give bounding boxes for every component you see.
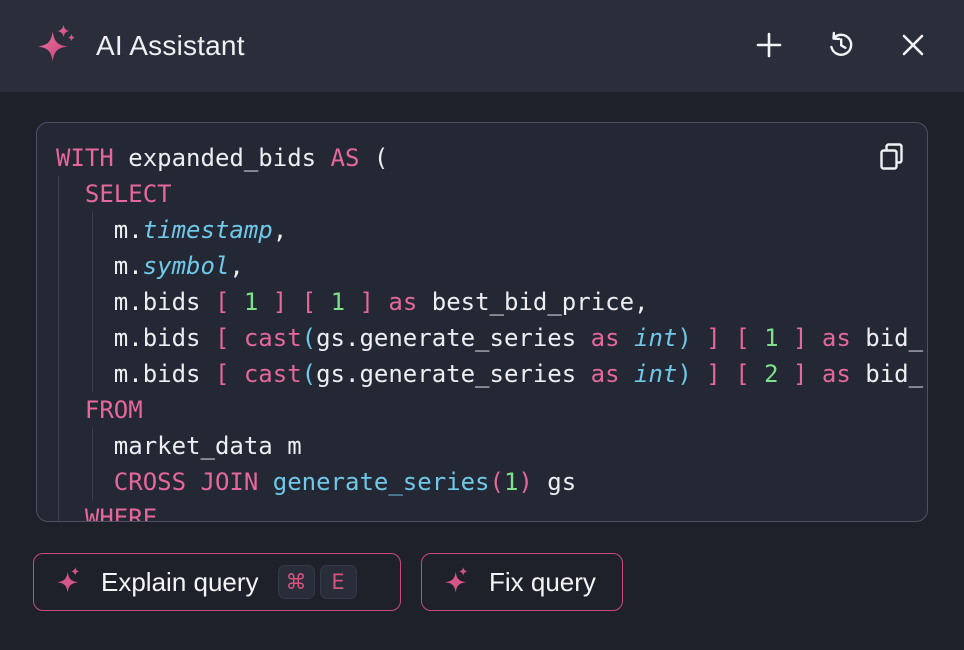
- code-line: WHERE: [56, 500, 926, 521]
- copy-code-button[interactable]: [874, 140, 910, 176]
- code-line: m.symbol,: [56, 248, 926, 284]
- assistant-actions: Explain query ⌘ E Fix query: [33, 553, 623, 611]
- sparkle-icon: [444, 566, 472, 598]
- code-lines: WITH expanded_bids AS ( SELECT m.timesta…: [56, 140, 926, 521]
- sql-code-block[interactable]: WITH expanded_bids AS ( SELECT m.timesta…: [36, 122, 928, 522]
- sparkle-icon: [56, 566, 84, 598]
- code-line: m.bids [ cast(gs.generate_series as int)…: [56, 356, 926, 392]
- close-button[interactable]: [898, 31, 928, 61]
- plus-icon: [754, 30, 784, 63]
- code-line: m.bids [ cast(gs.generate_series as int)…: [56, 320, 926, 356]
- code-line: market_data m: [56, 428, 926, 464]
- explain-query-label: Explain query: [101, 567, 259, 598]
- code-line: WITH expanded_bids AS (: [56, 140, 926, 176]
- code-line: FROM: [56, 392, 926, 428]
- header-actions: [754, 31, 928, 61]
- e-keycap: E: [320, 565, 357, 599]
- header-title-group: AI Assistant: [36, 23, 245, 70]
- close-icon: [899, 31, 927, 62]
- new-chat-button[interactable]: [754, 31, 784, 61]
- cmd-keycap: ⌘: [278, 565, 315, 599]
- fix-query-label: Fix query: [489, 567, 596, 598]
- assistant-header: AI Assistant: [0, 0, 964, 92]
- history-icon: [826, 30, 856, 63]
- sparkle-icon: [36, 23, 76, 70]
- fix-query-button[interactable]: Fix query: [421, 553, 623, 611]
- code-line: m.timestamp,: [56, 212, 926, 248]
- explain-query-button[interactable]: Explain query ⌘ E: [33, 553, 401, 611]
- code-line: SELECT: [56, 176, 926, 212]
- copy-icon: [876, 140, 908, 177]
- code-line: CROSS JOIN generate_series(1) gs: [56, 464, 926, 500]
- code-line: m.bids [ 1 ] [ 1 ] as best_bid_price,: [56, 284, 926, 320]
- history-button[interactable]: [826, 31, 856, 61]
- shortcut-keys: ⌘ E: [278, 565, 357, 599]
- page-title: AI Assistant: [96, 30, 245, 62]
